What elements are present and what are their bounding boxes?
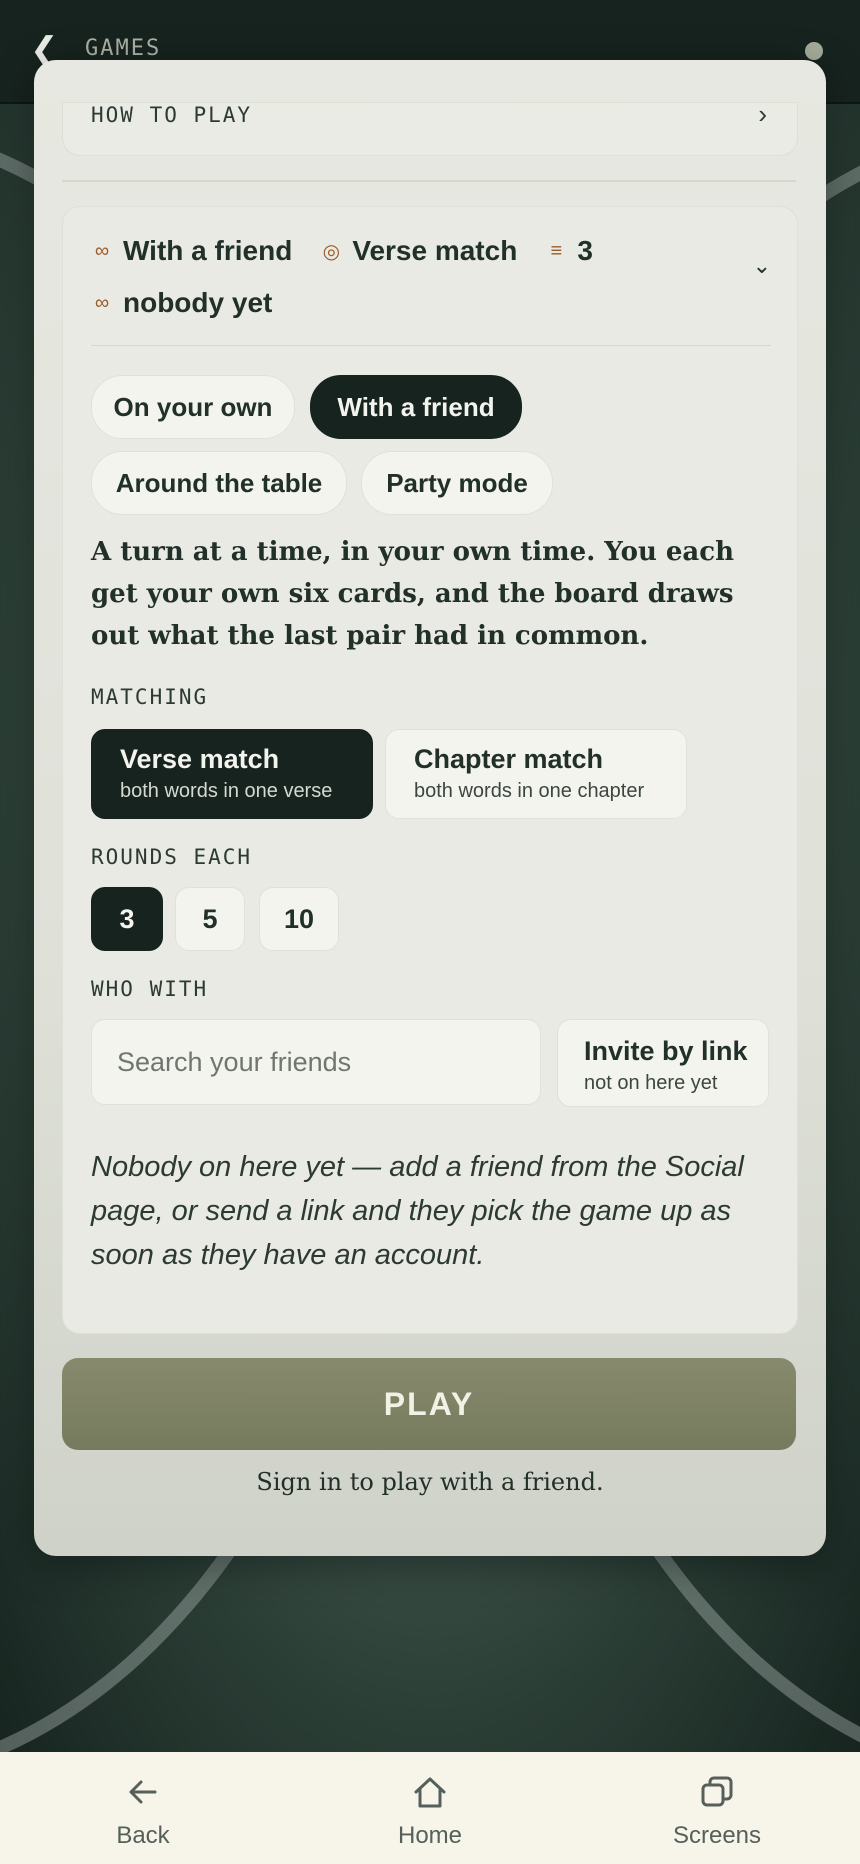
status-dot-icon [805,42,823,60]
summary-divider [91,345,771,346]
summary-line-1[interactable]: ∞ With a friend ◎ Verse match ≡ 3 [91,235,593,267]
verse-match-subtitle: both words in one verse [120,780,333,802]
bottom-navigation: Back Home Screens [0,1752,860,1864]
invite-title: Invite by link [584,1036,748,1066]
page-title: GAMES [85,36,162,61]
game-config-card: ∞ With a friend ◎ Verse match ≡ 3 ∞ nobo… [62,206,798,1334]
matching-label: MATCHING [91,685,209,709]
screens-icon [617,1772,817,1816]
summary-rounds: 3 [577,235,593,266]
invite-subtitle: not on here yet [584,1072,718,1094]
sign-in-note: Sign in to play with a friend. [256,1468,604,1496]
rounds-label: ROUNDS EACH [91,845,253,869]
chapter-match-subtitle: both words in one chapter [414,780,645,802]
chevron-down-icon[interactable]: ⌄ [753,253,771,279]
chapter-match-option[interactable]: Chapter match both words in one chapter [385,729,687,819]
rounds-option-5[interactable]: 5 [175,887,245,951]
summary-mode: With a friend [123,235,293,266]
rounds-option-10[interactable]: 10 [259,887,339,951]
link-icon: ∞ [94,291,110,314]
home-icon [330,1772,530,1816]
mode-description: A turn at a time, in your own time. You … [91,537,735,651]
arrow-left-icon [43,1772,243,1816]
link-icon: ∞ [94,239,110,262]
mode-with-a-friend[interactable]: With a friend [310,375,522,439]
who-with-label: WHO WITH [91,977,209,1001]
how-to-play-row[interactable]: HOW TO PLAY › [62,99,798,156]
summary-opponent: nobody yet [123,287,273,318]
mode-around-the-table[interactable]: Around the table [91,451,347,515]
nav-back-label: Back [116,1822,170,1849]
chapter-match-title: Chapter match [414,744,604,774]
mode-party-mode[interactable]: Party mode [361,451,553,515]
target-icon: ◎ [322,240,341,263]
mode-on-your-own[interactable]: On your own [91,375,295,439]
play-button[interactable]: PLAY [62,1358,796,1450]
nav-home-label: Home [397,1822,463,1849]
rounds-option-3[interactable]: 3 [91,887,163,951]
nav-screens-label: Screens [672,1822,762,1849]
verse-match-title: Verse match [120,744,280,774]
summary-matching: Verse match [352,235,518,266]
list-icon: ≡ [550,239,563,262]
empty-friends-note: Nobody on here yet — add a friend from t… [91,1151,744,1271]
nav-back[interactable]: Back [43,1752,243,1864]
search-friends-input[interactable] [91,1019,541,1105]
invite-by-link-button[interactable]: Invite by link not on here yet [557,1019,769,1107]
how-to-play-label: HOW TO PLAY [91,103,253,127]
nav-home[interactable]: Home [330,1752,530,1864]
section-divider [62,180,796,182]
summary-line-2[interactable]: ∞ nobody yet [91,287,272,319]
nav-screens[interactable]: Screens [617,1752,817,1864]
verse-match-option[interactable]: Verse match both words in one verse [91,729,373,819]
chevron-right-icon: › [758,99,767,129]
